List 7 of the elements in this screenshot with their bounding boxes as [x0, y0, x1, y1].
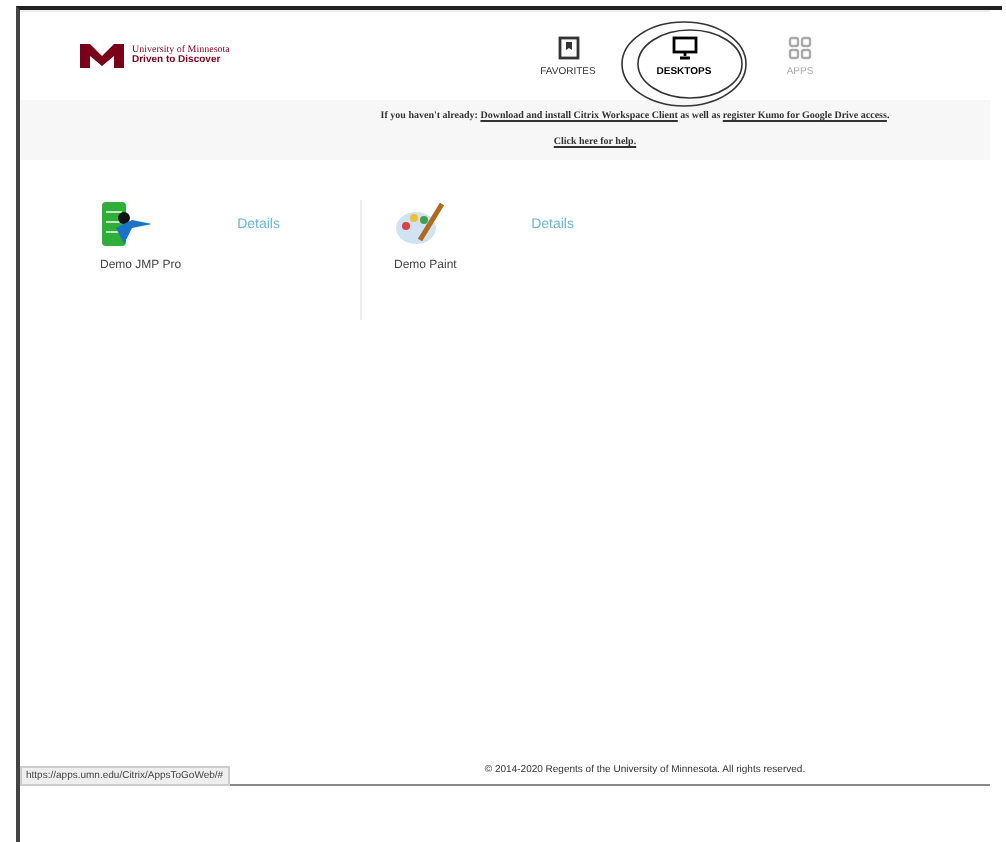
logo-icon	[80, 44, 124, 68]
bookmark-icon	[557, 35, 579, 59]
palette-icon[interactable]	[394, 200, 446, 248]
monitor-icon	[671, 35, 697, 59]
circle-annotation-drawing	[620, 19, 748, 107]
app-icon[interactable]	[100, 200, 152, 248]
grid-icon	[788, 35, 812, 59]
